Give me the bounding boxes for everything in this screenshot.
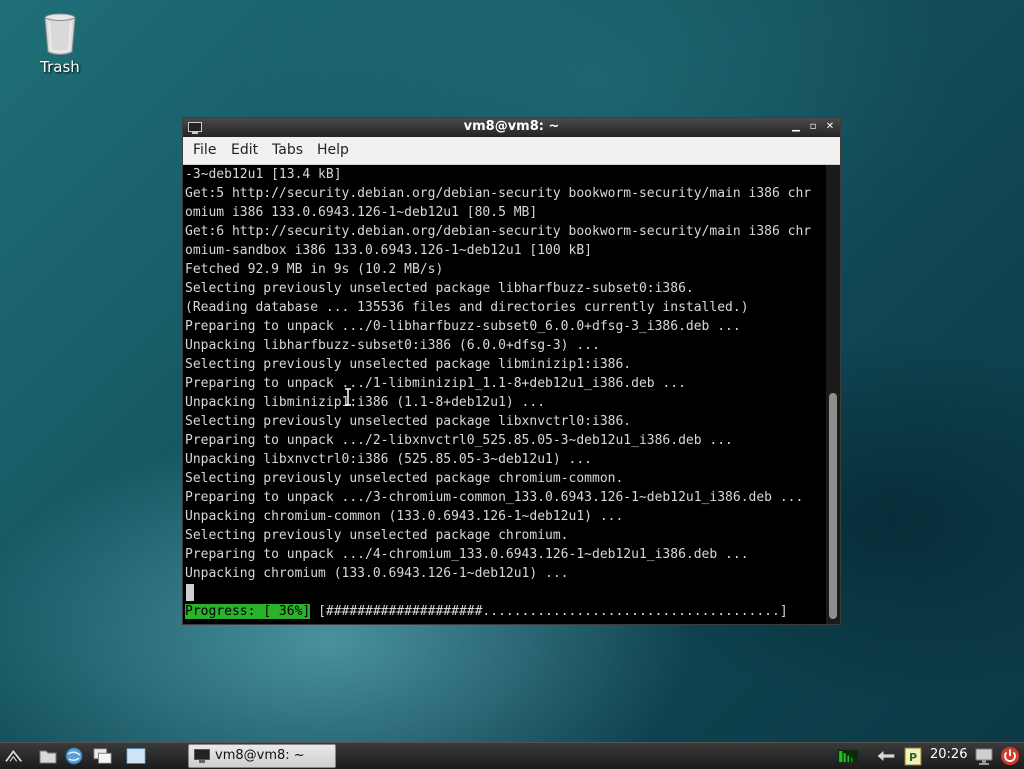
terminal-line: (Reading database ... 135536 files and d…: [185, 300, 749, 315]
trash-icon: [44, 13, 76, 55]
terminal-line: omium i386 133.0.6943.126-1~deb12u1 [80.…: [185, 205, 538, 220]
terminal-line: Selecting previously unselected package …: [185, 357, 632, 372]
terminal-line: Preparing to unpack .../3-chromium-commo…: [185, 490, 804, 505]
terminal-output[interactable]: -3~deb12u1 [13.4 kB] Get:5 http://securi…: [183, 165, 826, 624]
terminal-task-icon: [194, 749, 210, 763]
menu-bar: File Edit Tabs Help: [183, 137, 840, 165]
screen-lock-icon[interactable]: [974, 746, 994, 766]
menu-file[interactable]: File: [193, 142, 216, 158]
file-manager-icon[interactable]: [38, 746, 58, 766]
taskbar-terminal-button[interactable]: vm8@vm8: ~: [188, 744, 336, 768]
terminal-line: Unpacking libharfbuzz-subset0:i386 (6.0.…: [185, 338, 600, 353]
terminal-line: Unpacking libminizip1:i386 (1.1-8+deb12u…: [185, 395, 546, 410]
scrollbar-thumb[interactable]: [829, 393, 837, 619]
terminal-line: omium-sandbox i386 133.0.6943.126-1~deb1…: [185, 243, 592, 258]
web-browser-icon[interactable]: [64, 746, 84, 766]
terminal-line: Get:6 http://security.debian.org/debian-…: [185, 224, 812, 239]
start-menu-icon[interactable]: [4, 746, 24, 766]
terminal-line: Preparing to unpack .../1-libminizip1_1.…: [185, 376, 686, 391]
terminal-line: Unpacking libxnvctrl0:i386 (525.85.05-3~…: [185, 452, 592, 467]
terminal-line: Preparing to unpack .../2-libxnvctrl0_52…: [185, 433, 733, 448]
terminal-line: Get:5 http://security.debian.org/debian-…: [185, 186, 812, 201]
power-icon[interactable]: [1000, 746, 1020, 766]
menu-help[interactable]: Help: [317, 142, 349, 158]
terminal-line: Selecting previously unselected package …: [185, 414, 632, 429]
cpu-monitor-icon[interactable]: [838, 746, 858, 766]
terminal-line: Selecting previously unselected package …: [185, 528, 569, 543]
terminal-line: Selecting previously unselected package …: [185, 281, 694, 296]
terminal-window: vm8@vm8: ~ ▁ ▫ ✕ File Edit Tabs Help -3~…: [182, 117, 841, 625]
terminal-line: Selecting previously unselected package …: [185, 471, 624, 486]
show-desktop-icon[interactable]: [93, 746, 113, 766]
terminal-line: Preparing to unpack .../4-chromium_133.0…: [185, 547, 749, 562]
taskbar-terminal-label: vm8@vm8: ~: [215, 748, 305, 763]
terminal-line: Unpacking chromium-common (133.0.6943.12…: [185, 509, 624, 524]
minimize-button[interactable]: ▁: [790, 121, 802, 133]
close-icon: ✕: [825, 121, 835, 132]
menu-edit[interactable]: Edit: [231, 142, 258, 158]
trash-label: Trash: [40, 58, 80, 76]
close-button[interactable]: ✕: [824, 121, 836, 133]
terminal-line: Fetched 92.9 MB in 9s (10.2 MB/s): [185, 262, 444, 277]
terminal-line: Unpacking chromium (133.0.6943.126-1~deb…: [185, 566, 569, 581]
workspace-icon[interactable]: [126, 746, 146, 766]
terminal-scrollbar[interactable]: [826, 165, 840, 624]
progress-label: Progress: [ 36%]: [185, 604, 311, 619]
terminal-line: -3~deb12u1 [13.4 kB]: [185, 167, 342, 182]
progress-line: Progress: [ 36%] [####################..…: [185, 602, 788, 621]
clock[interactable]: 20:26: [930, 747, 967, 762]
progress-bar: [####################...................…: [318, 604, 788, 619]
terminal-line: Preparing to unpack .../0-libharfbuzz-su…: [185, 319, 741, 334]
trash-desktop-icon[interactable]: Trash: [28, 12, 92, 76]
clipboard-icon[interactable]: P: [903, 746, 923, 766]
ibeam-cursor-icon: [345, 388, 351, 406]
minimize-icon: ▁: [792, 121, 800, 132]
maximize-button[interactable]: ▫: [807, 121, 819, 133]
taskbar: vm8@vm8: ~ P 20:26: [0, 742, 1024, 769]
svg-text:P: P: [909, 751, 917, 764]
window-title: vm8@vm8: ~: [463, 119, 560, 134]
terminal-cursor: [186, 584, 194, 601]
menu-tabs[interactable]: Tabs: [272, 142, 303, 158]
window-titlebar[interactable]: vm8@vm8: ~ ▁ ▫ ✕: [183, 118, 840, 137]
maximize-icon: ▫: [809, 121, 817, 132]
network-icon[interactable]: [876, 746, 896, 766]
